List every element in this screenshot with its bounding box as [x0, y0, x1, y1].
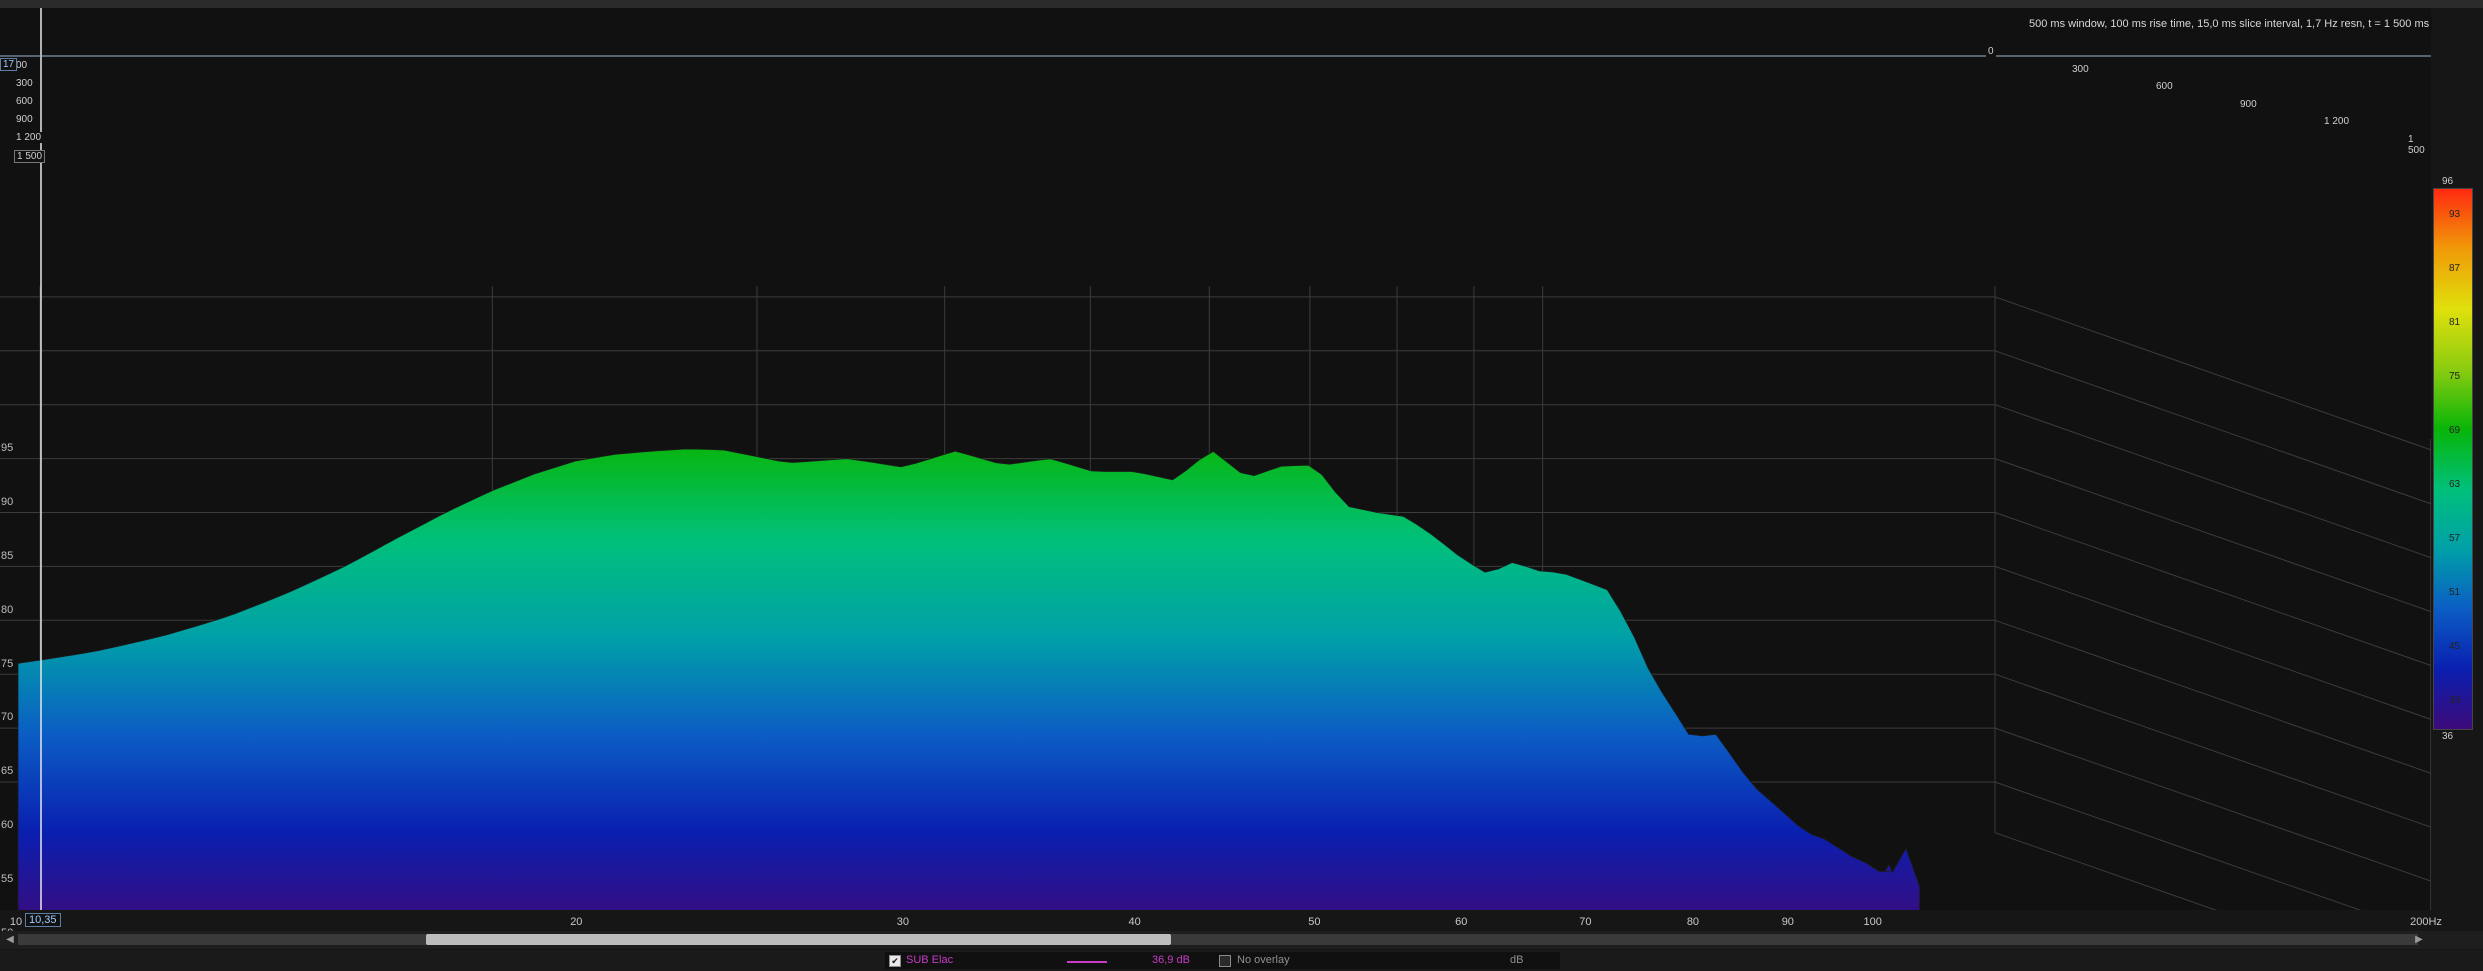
- horizontal-scrollbar[interactable]: ◀ ▶: [0, 931, 2483, 949]
- time-tick-label-left: 300: [14, 78, 35, 89]
- x-tick-label: 200Hz: [2410, 916, 2442, 928]
- y-tick-label: 55: [1, 873, 14, 886]
- y-tick-label: 60: [1, 819, 14, 832]
- series-value: 36,9 dB: [1152, 954, 1190, 966]
- x-tick-label: 20: [570, 916, 583, 928]
- overlay-label: No overlay: [1237, 954, 1290, 966]
- time-tick-label-right: 900: [2238, 98, 2259, 110]
- colorbar-tick-label: 93: [2449, 209, 2461, 220]
- x-tick-label: 30: [896, 916, 910, 928]
- legend-panel: ✔ SUB Elac 36,9 dB No overlay dB: [885, 952, 1560, 969]
- y-tick-label: 75: [1, 657, 14, 670]
- x-tick-label: 70: [1579, 916, 1592, 928]
- scroll-right-arrow-icon[interactable]: ▶: [2413, 934, 2425, 945]
- unit-label: dB: [1510, 954, 1524, 966]
- time-tick-label-left: 1 200: [14, 132, 44, 143]
- waterfall-svg: [0, 8, 2431, 910]
- colorbar-tick-label: 81: [2449, 317, 2461, 328]
- colorbar-tick-label: 63: [2449, 479, 2461, 490]
- colorbar-tick-label: 39: [2449, 695, 2461, 706]
- grid-floor-line: [1994, 832, 2217, 910]
- x-tick-label: 10: [9, 916, 23, 928]
- scroll-track[interactable]: [18, 934, 2418, 945]
- x-tick-label: 80: [1686, 916, 1700, 928]
- time-tick-label-left: 1 500: [14, 150, 46, 163]
- x-tick-label: 40: [1128, 916, 1141, 928]
- y-tick-label: 95: [1, 441, 14, 454]
- series-name[interactable]: SUB Elac: [906, 954, 953, 966]
- grid-level-side-line: [1994, 781, 2362, 910]
- overlay-checkbox[interactable]: [1219, 955, 1231, 967]
- colorbar-tick-label: 51: [2449, 587, 2461, 598]
- colorbar-tick-label: 87: [2449, 263, 2461, 274]
- y-tick-label: 85: [1, 549, 14, 562]
- scroll-left-arrow-icon[interactable]: ◀: [4, 934, 16, 945]
- time-tick-label-right: 1 500: [2406, 134, 2431, 156]
- legend-bar: ✔ SUB Elac 36,9 dB No overlay dB: [0, 950, 2483, 971]
- time-tick-label-right: 1 200: [2322, 116, 2352, 128]
- top-strip: [0, 0, 2483, 8]
- scroll-thumb[interactable]: [426, 934, 1171, 945]
- y-tick-label: 90: [1, 495, 14, 508]
- time-tick-label-right: 300: [2070, 63, 2091, 75]
- time-tick-label-right: 0: [1986, 46, 1996, 57]
- waterfall-plot[interactable]: 500 ms window, 100 ms rise time, 15,0 ms…: [0, 8, 2433, 939]
- series-checkbox[interactable]: ✔: [889, 955, 901, 967]
- colorbar-min-label: 36: [2442, 731, 2454, 742]
- front-slice-curve: [17, 448, 1920, 910]
- series-line-swatch: [1067, 961, 1107, 963]
- colorbar-tick-label: 45: [2449, 641, 2461, 652]
- y-tick-label: 80: [1, 603, 14, 616]
- colorbar-tick-label: 57: [2449, 533, 2461, 544]
- time-tick-label-left: 600: [14, 96, 35, 107]
- x-tick-label: 90: [1781, 916, 1794, 928]
- time-tick-label-right: 600: [2154, 81, 2175, 93]
- colorbar-tick-label: 75: [2449, 371, 2461, 382]
- time-tick-label-left: 900: [14, 114, 35, 125]
- colorbar-tick-label: 69: [2449, 425, 2461, 436]
- colorbar-max-label: 96: [2442, 176, 2454, 187]
- y-cursor-readout: 17: [0, 58, 18, 71]
- x-tick-label: 60: [1455, 916, 1468, 928]
- y-tick-label: 70: [1, 711, 14, 724]
- measurement-info-text: 500 ms window, 100 ms rise time, 15,0 ms…: [2026, 17, 2433, 31]
- x-cursor-readout[interactable]: 10,35: [25, 913, 61, 927]
- x-tick-label: 50: [1308, 916, 1321, 928]
- y-tick-label: 65: [1, 765, 14, 778]
- x-tick-label: 100: [1863, 916, 1882, 928]
